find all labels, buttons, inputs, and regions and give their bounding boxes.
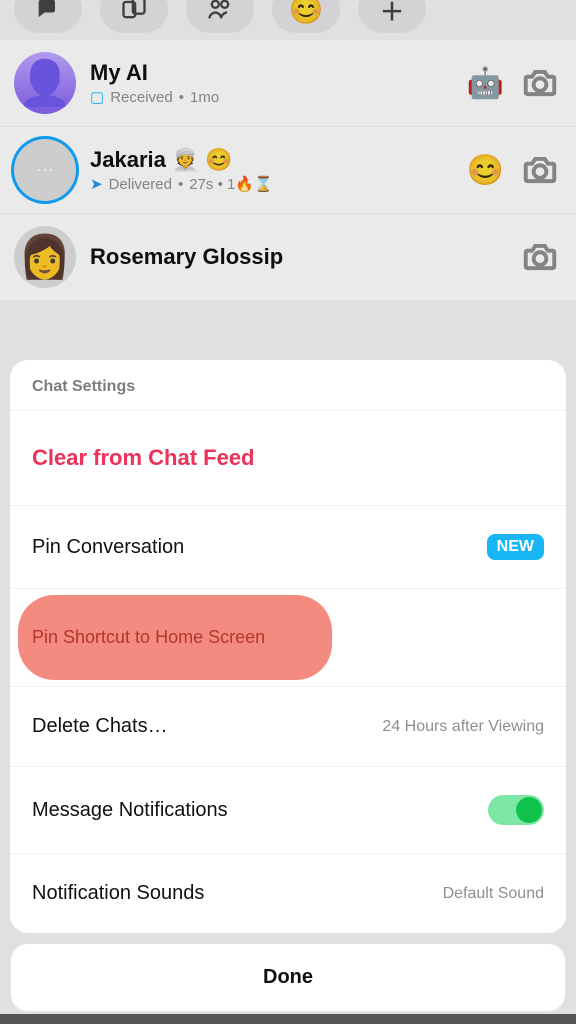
- add-friends-icon[interactable]: [186, 0, 254, 33]
- delete-chats-value: 24 Hours after Viewing: [382, 718, 544, 736]
- new-badge: NEW: [487, 534, 544, 560]
- avatar: [14, 52, 76, 114]
- chat-row[interactable]: My AI ▢ Received • 1mo 🤖: [0, 40, 576, 127]
- chat-name: My AI: [90, 60, 453, 86]
- delete-chats[interactable]: Delete Chats… 24 Hours after Viewing: [10, 687, 566, 767]
- done-button[interactable]: Done: [10, 943, 566, 1012]
- pin-shortcut-label: Pin Shortcut to Home Screen: [10, 595, 566, 680]
- delete-chats-label: Delete Chats…: [32, 715, 168, 738]
- received-icon: ▢: [90, 88, 104, 106]
- chat-name: Jakaria👳 😊: [90, 147, 453, 173]
- top-toolbar: 😊 ＋: [0, 0, 576, 40]
- chat-row[interactable]: 👩 Rosemary Glossip: [0, 214, 576, 300]
- chat-status: ▢ Received • 1mo: [90, 88, 453, 106]
- notification-sounds-label: Notification Sounds: [32, 882, 204, 905]
- notifications-toggle[interactable]: [488, 795, 544, 825]
- notification-sounds-value: Default Sound: [443, 885, 544, 903]
- row-emoji: 😊: [467, 153, 504, 188]
- pin-conversation[interactable]: Pin Conversation NEW: [10, 506, 566, 589]
- stories-icon[interactable]: [100, 0, 168, 33]
- avatar: 👩: [14, 226, 76, 288]
- sheet-header: Chat Settings: [10, 360, 566, 411]
- row-emoji: 🤖: [467, 66, 504, 101]
- chat-row[interactable]: ⋯ Jakaria👳 😊 ➤ Delivered • 27s • 1🔥⌛ 😊: [0, 127, 576, 214]
- chat-name: Rosemary Glossip: [90, 244, 504, 270]
- message-notifications[interactable]: Message Notifications: [10, 767, 566, 854]
- chat-filter-icon[interactable]: [14, 0, 82, 33]
- clear-from-chat-feed[interactable]: Clear from Chat Feed: [10, 411, 566, 506]
- pin-conversation-label: Pin Conversation: [32, 536, 184, 559]
- avatar: ⋯: [14, 139, 76, 201]
- pin-shortcut-home[interactable]: Pin Shortcut to Home Screen: [10, 589, 566, 687]
- delivered-icon: ➤: [90, 175, 103, 193]
- notification-sounds[interactable]: Notification Sounds Default Sound: [10, 854, 566, 933]
- chat-settings-sheet: Chat Settings Clear from Chat Feed Pin C…: [0, 360, 576, 1024]
- camera-icon[interactable]: [518, 61, 562, 105]
- camera-icon[interactable]: [518, 148, 562, 192]
- message-notifications-label: Message Notifications: [32, 799, 228, 822]
- camera-icon[interactable]: [518, 235, 562, 279]
- chat-status: ➤ Delivered • 27s • 1🔥⌛: [90, 175, 453, 193]
- emoji-filter-icon[interactable]: 😊: [272, 0, 340, 33]
- add-icon[interactable]: ＋: [358, 0, 426, 33]
